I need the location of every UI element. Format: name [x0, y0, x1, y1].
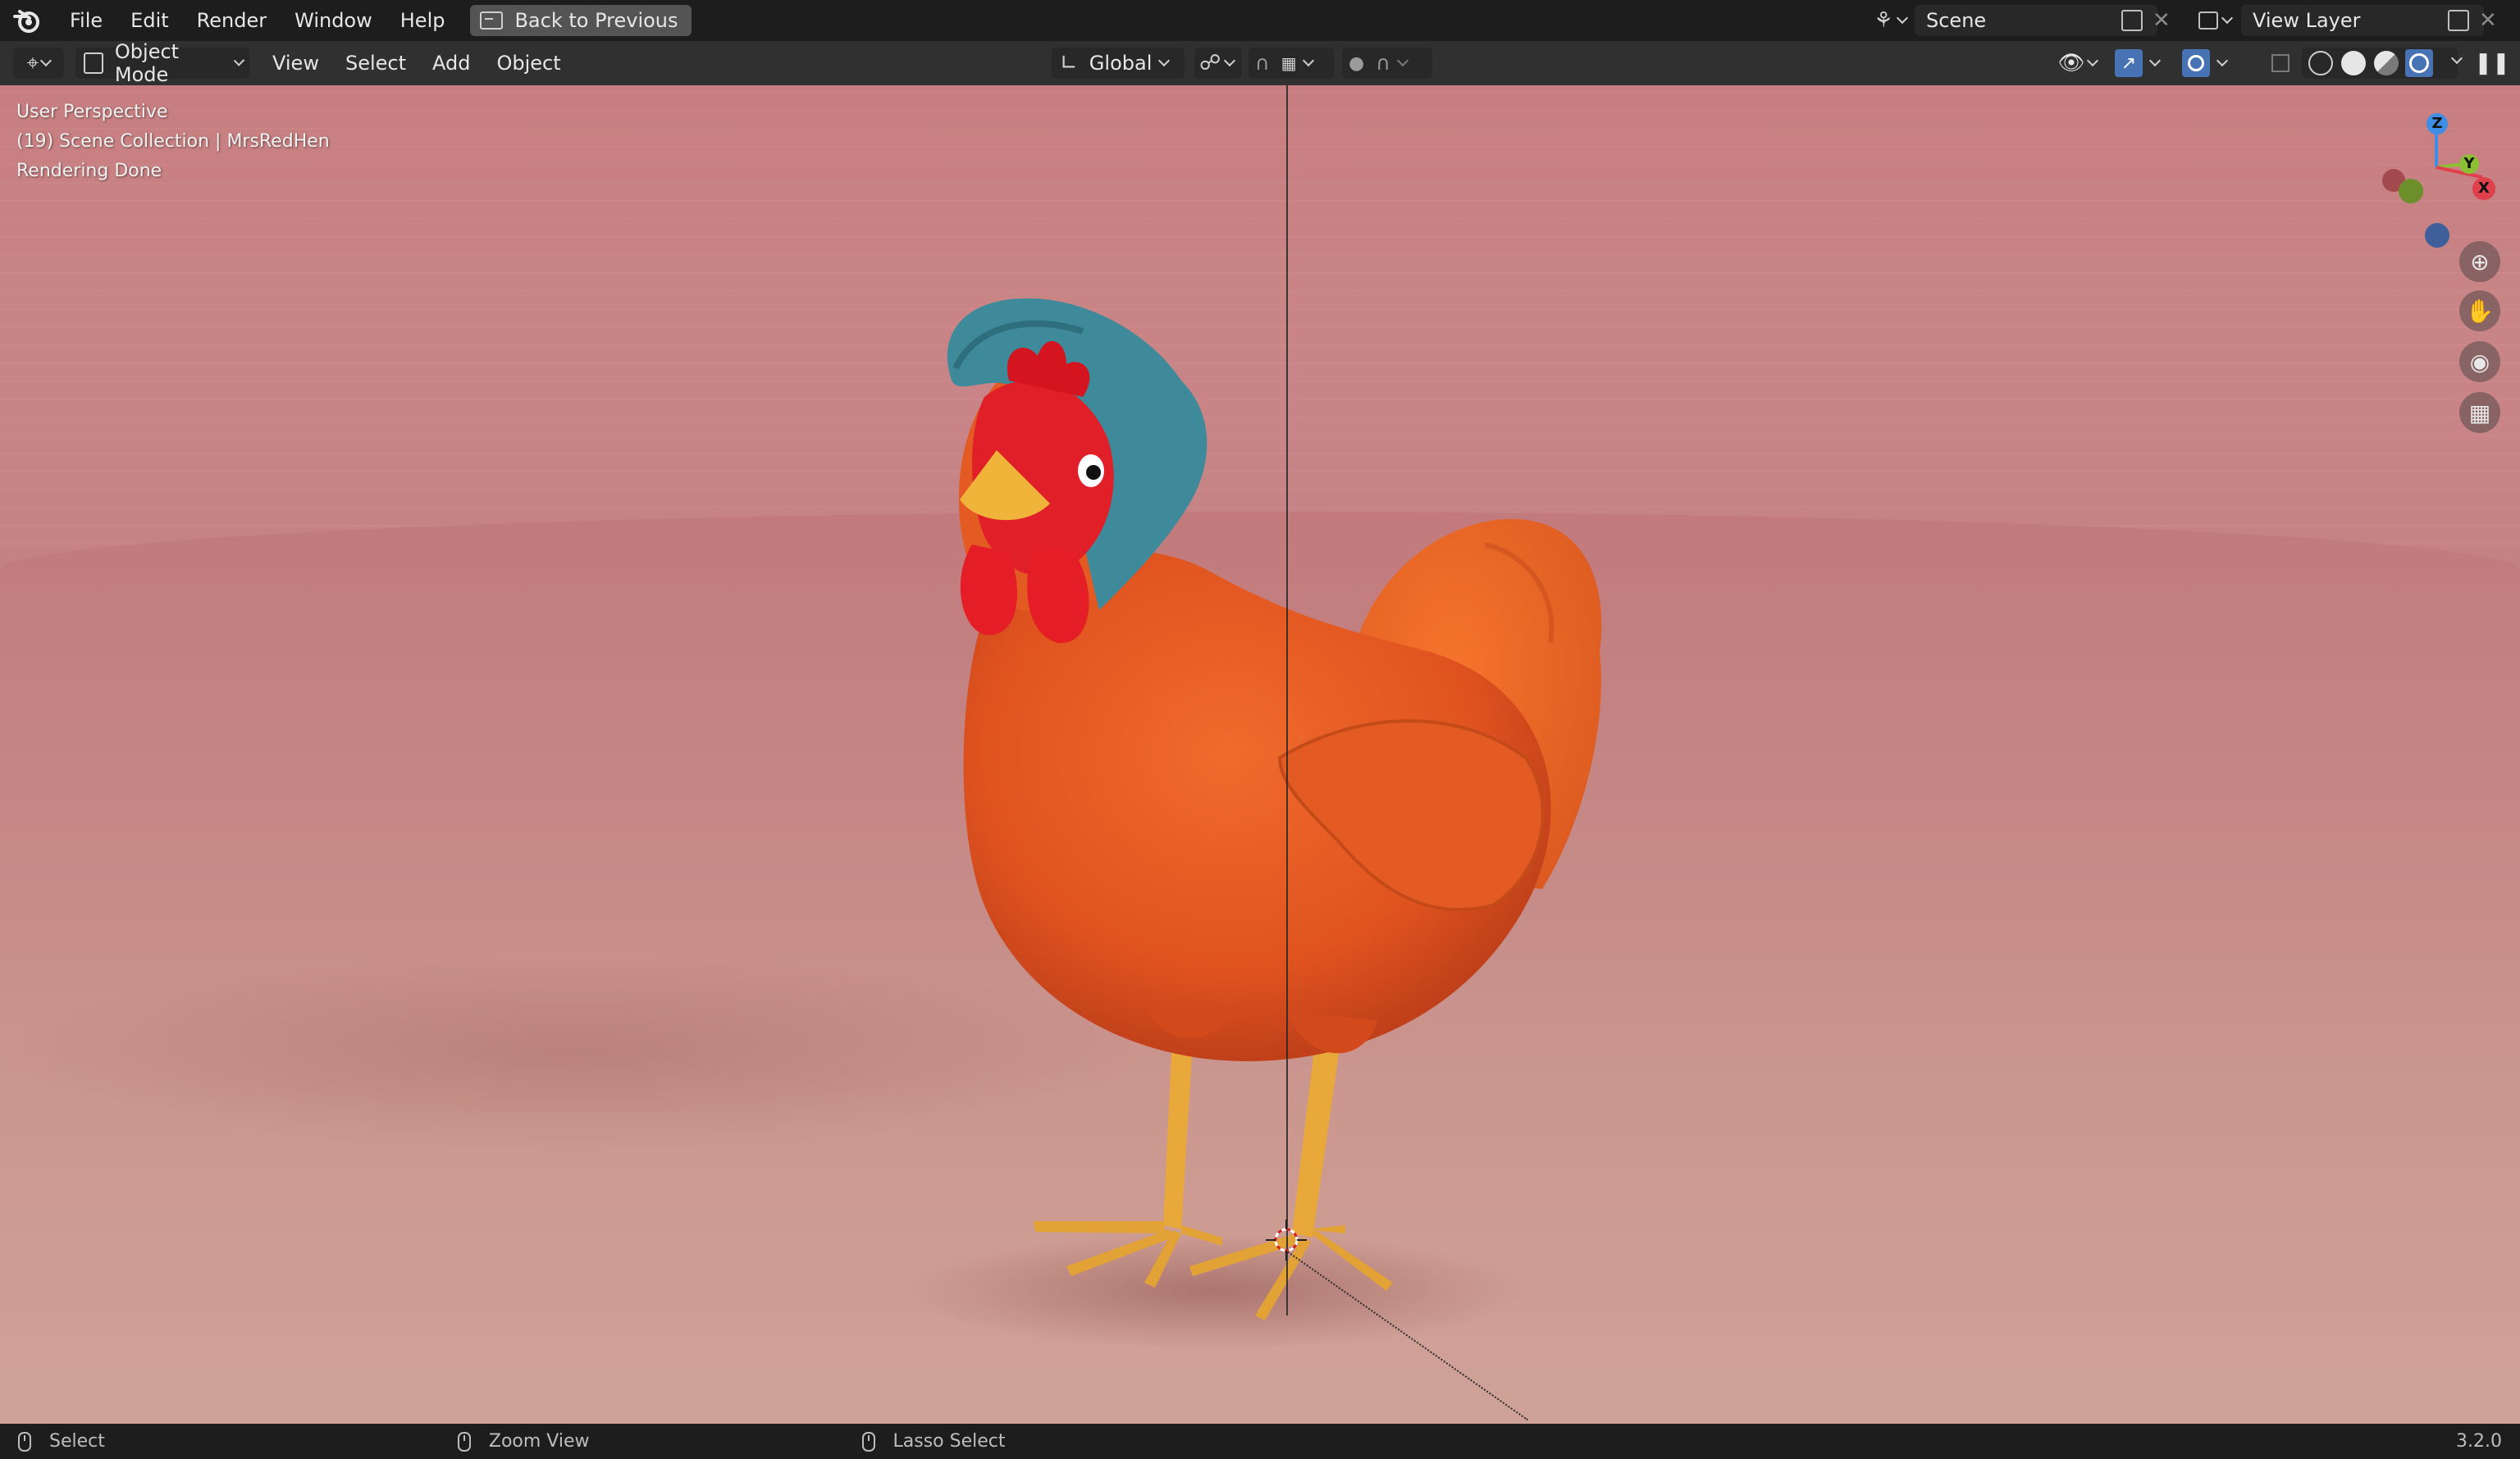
object-mode-icon: [84, 52, 103, 74]
rendered-shading-icon[interactable]: [2405, 49, 2433, 77]
scene-name: Scene: [1926, 9, 1987, 32]
zoom-icon[interactable]: ⊕: [2459, 241, 2500, 282]
menu-render[interactable]: Render: [183, 0, 281, 41]
blender-logo-icon[interactable]: [13, 7, 41, 34]
viewport-header: ⌖ Object Mode View Select Add Object ∟ G…: [0, 40, 2520, 86]
status-bar: Select Zoom View Lasso Select 3.2.0: [0, 1424, 2520, 1459]
gizmo-negative-z[interactable]: [2425, 223, 2449, 248]
gizmo-y-axis[interactable]: Y: [2459, 154, 2479, 174]
back-to-previous-label: Back to Previous: [514, 9, 678, 32]
back-to-previous-button[interactable]: Back to Previous: [470, 5, 692, 36]
gizmo-z-axis[interactable]: Z: [2426, 113, 2448, 135]
pivot-point-dropdown[interactable]: ☍: [1194, 48, 1242, 79]
mouse-icon: [457, 1431, 471, 1452]
close-icon[interactable]: ✕: [2152, 8, 2171, 33]
gizmo-icon: ↗: [2115, 49, 2143, 77]
orientation-label: Global: [1089, 52, 1153, 75]
wireframe-shading-icon[interactable]: [2308, 51, 2333, 75]
xray-toggle[interactable]: [2266, 48, 2295, 79]
object-mode-dropdown[interactable]: Object Mode: [75, 40, 249, 86]
viewport-status-label: Rendering Done: [16, 161, 162, 181]
xray-icon: [2271, 54, 2289, 72]
editor-type-button[interactable]: ⌖: [13, 48, 64, 79]
menu-help[interactable]: Help: [386, 0, 459, 41]
transform-orientation-dropdown[interactable]: ∟ Global: [1052, 48, 1185, 79]
3d-viewport[interactable]: User Perspective (19) Scene Collection |…: [0, 85, 2520, 1424]
shading-mode-group: [2302, 48, 2458, 79]
menu-edit[interactable]: Edit: [116, 0, 182, 41]
proportional-editing[interactable]: ● ∩: [1342, 48, 1432, 79]
object-visibility-dropdown[interactable]: 👁: [2056, 48, 2105, 79]
view-layer-icon[interactable]: [2195, 5, 2241, 36]
menu-select[interactable]: Select: [332, 52, 419, 75]
editor-type-icon: ⌖: [26, 50, 39, 75]
menu-view[interactable]: View: [259, 52, 332, 75]
view-layer-name: View Layer: [2253, 9, 2361, 32]
gizmo-x-axis[interactable]: X: [2472, 177, 2495, 200]
axis-line: [1286, 85, 1288, 1315]
menu-file[interactable]: File: [56, 0, 116, 41]
viewport-collection-label: (19) Scene Collection | MrsRedHen: [16, 131, 330, 152]
camera-icon[interactable]: ◉: [2459, 341, 2500, 382]
proportional-icon: ●: [1349, 52, 1365, 74]
snap-controls[interactable]: ∩ ▦: [1249, 48, 1334, 79]
view-layer-selector: View Layer ✕: [2195, 5, 2497, 36]
navigation-gizmo[interactable]: Z Y X: [2371, 102, 2502, 249]
snap-icon: ∩: [1255, 52, 1270, 75]
viewport-perspective-label: User Perspective: [16, 102, 168, 122]
overlay-toggle[interactable]: [2182, 48, 2241, 79]
grid-icon[interactable]: ▦: [2459, 392, 2500, 433]
orientation-icon: ∟: [1060, 51, 1078, 75]
material-shading-icon[interactable]: [2374, 51, 2399, 75]
object-mode-label: Object Mode: [114, 40, 180, 86]
falloff-icon: ∩: [1376, 52, 1390, 75]
menu-add[interactable]: Add: [419, 52, 483, 75]
pan-hand-icon[interactable]: ✋: [2459, 290, 2500, 331]
top-menu-bar: File Edit Render Window Help Back to Pre…: [0, 0, 2520, 41]
overlay-icon: [2182, 49, 2210, 77]
gizmo-toggle[interactable]: ↗: [2115, 48, 2172, 79]
status-select: Select: [49, 1431, 105, 1452]
copy-icon[interactable]: [2448, 10, 2469, 31]
status-lasso: Lasso Select: [892, 1431, 1006, 1452]
3d-cursor-icon[interactable]: [1266, 1220, 1307, 1261]
pivot-icon: ☍: [1199, 51, 1221, 75]
scene-icon[interactable]: ⚘: [1872, 5, 1915, 36]
solid-shading-icon[interactable]: [2341, 51, 2366, 75]
hen-model[interactable]: [0, 85, 2520, 1424]
visibility-icon: 👁: [2057, 51, 2085, 75]
snap-target-icon: ▦: [1281, 53, 1297, 73]
menu-window[interactable]: Window: [281, 0, 386, 41]
mouse-icon: [18, 1431, 31, 1452]
scene-selector: ⚘ Scene ✕: [1872, 5, 2171, 36]
pause-render-button[interactable]: ❚❚: [2474, 48, 2510, 79]
version-label: 3.2.0: [2456, 1431, 2502, 1452]
back-icon: [480, 11, 504, 30]
pause-icon: ❚❚: [2474, 51, 2510, 75]
status-zoom: Zoom View: [488, 1431, 590, 1452]
copy-icon[interactable]: [2121, 10, 2143, 31]
close-icon[interactable]: ✕: [2479, 8, 2497, 33]
mouse-icon: [861, 1431, 875, 1452]
gizmo-negative-y[interactable]: [2399, 179, 2423, 203]
menu-object[interactable]: Object: [483, 52, 573, 75]
